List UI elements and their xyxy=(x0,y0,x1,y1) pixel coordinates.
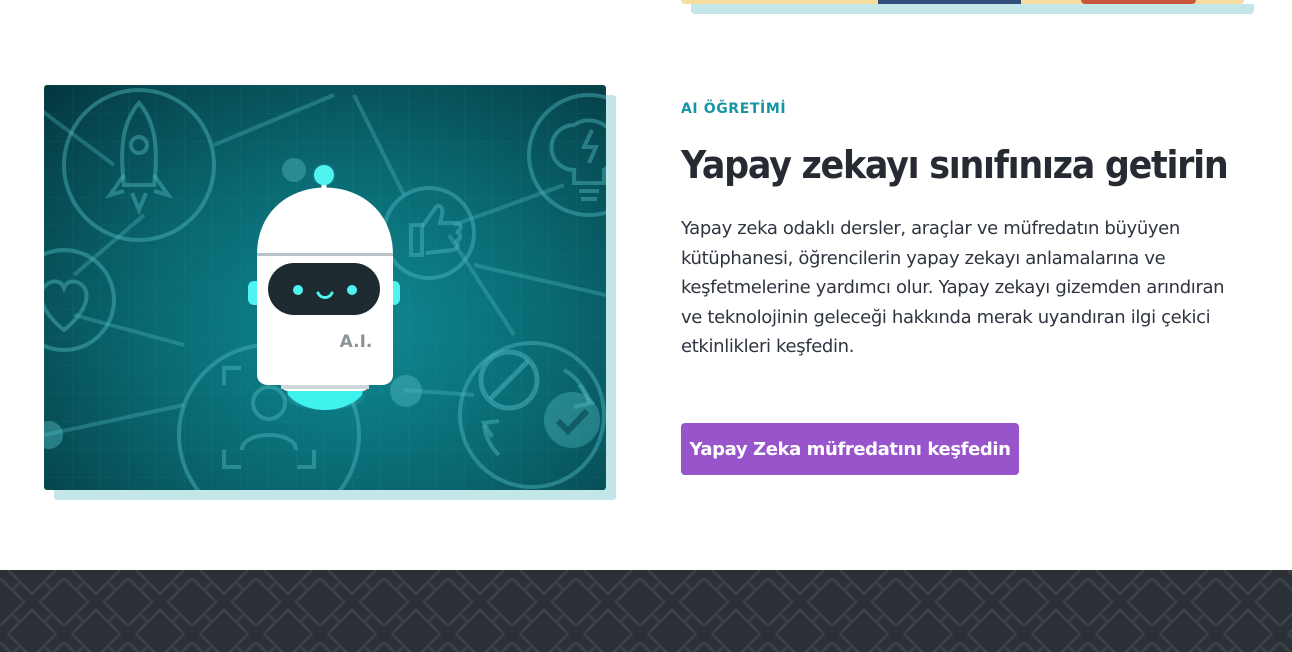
section-eyebrow: AI ÖĞRETİMİ xyxy=(681,101,787,117)
section-title: Yapay zekayı sınıfınıza getirin xyxy=(681,143,1229,187)
section-description: Yapay zeka odaklı dersler, araçlar ve mü… xyxy=(681,218,1225,357)
previous-image-shadow xyxy=(691,4,1254,14)
checkmark-icon xyxy=(544,392,600,448)
previous-image-bottom-edge xyxy=(681,0,1244,4)
explore-ai-curriculum-button[interactable]: Yapay Zeka müfredatını keşfedin xyxy=(681,423,1019,475)
previous-section-image xyxy=(681,0,1254,14)
robot-badge-text: A.I. xyxy=(340,332,373,352)
footer-pattern-band xyxy=(0,570,1292,652)
ai-robot-illustration: A.I. xyxy=(44,85,606,490)
